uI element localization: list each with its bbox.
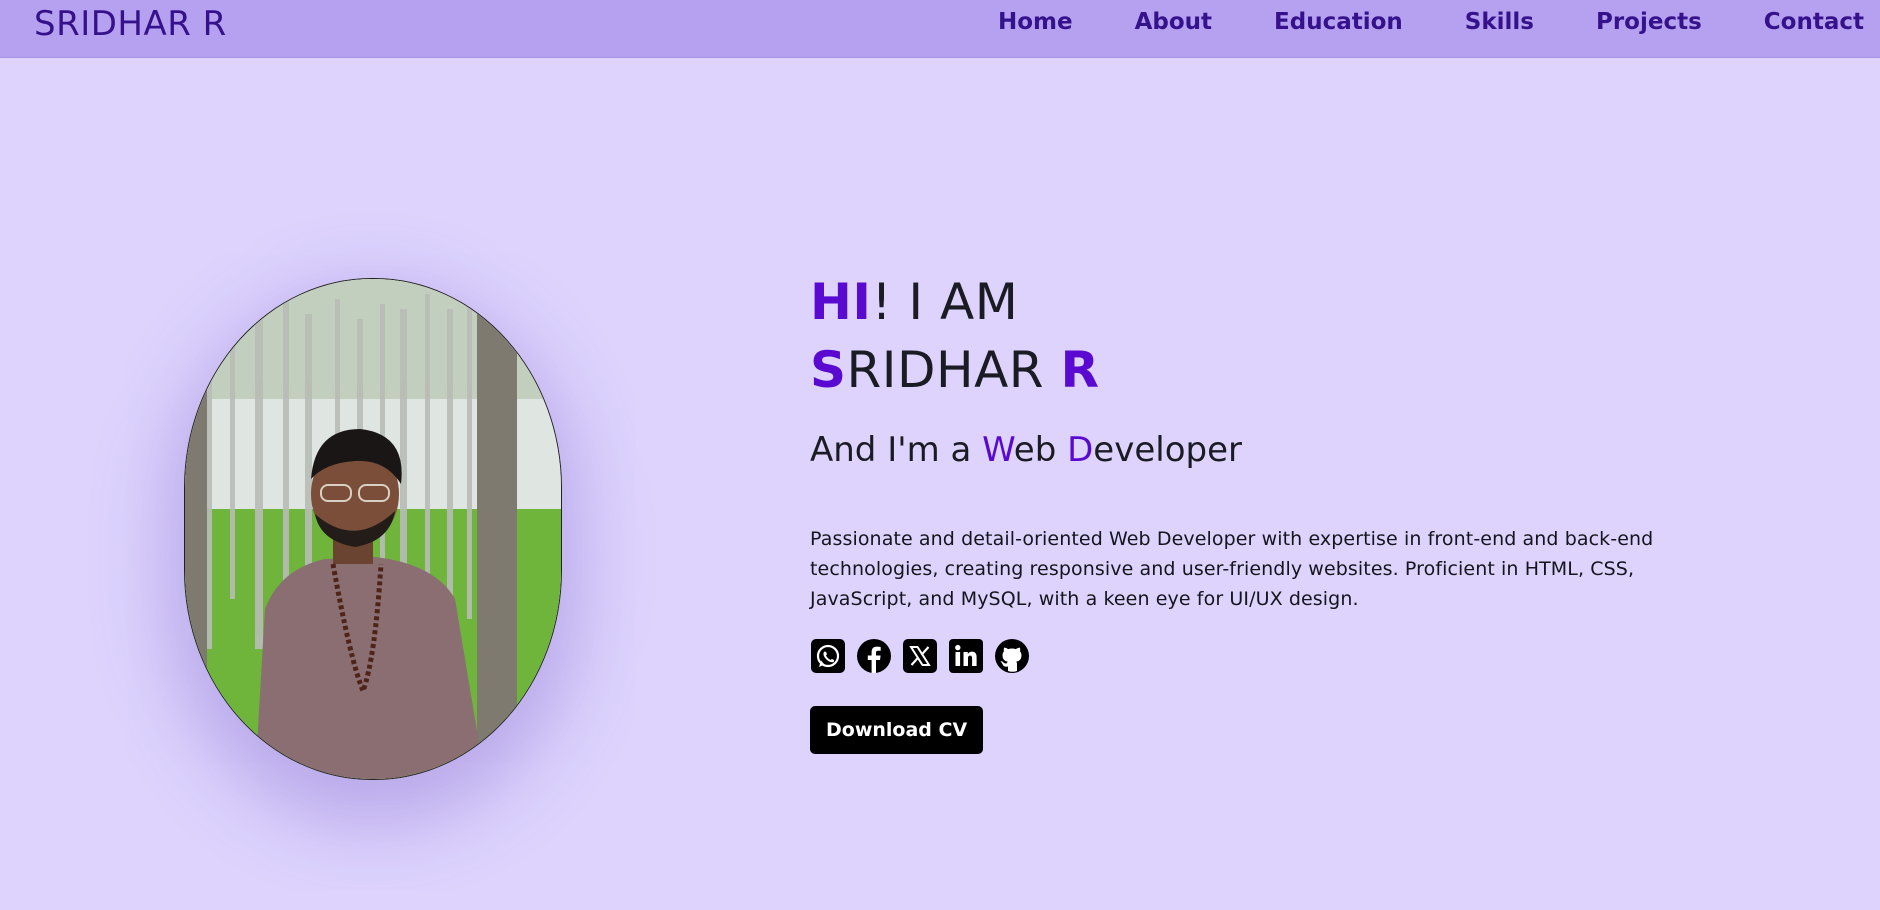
name-rest: RIDHAR [846, 341, 1061, 399]
greeting-heading: HI! I AM [810, 268, 1690, 336]
hero-description: Passionate and detail-oriented Web Devel… [810, 528, 1654, 610]
greeting-accent: HI [810, 273, 872, 331]
greeting-rest: ! I AM [871, 273, 1019, 331]
x-twitter-icon[interactable] [902, 638, 938, 674]
role-w-rest: eb [1013, 430, 1068, 470]
role-d: D [1067, 430, 1094, 470]
social-links [810, 636, 1690, 676]
nav-home[interactable]: Home [998, 8, 1073, 36]
whatsapp-icon[interactable] [810, 638, 846, 674]
nav-about[interactable]: About [1135, 8, 1212, 36]
linkedin-icon[interactable] [948, 638, 984, 674]
nav-education[interactable]: Education [1274, 8, 1403, 36]
profile-photo-illustration [185, 279, 561, 779]
role-w: W [982, 430, 1014, 470]
nav-skills[interactable]: Skills [1465, 8, 1534, 36]
site-logo-text[interactable]: SRIDHAR R [34, 4, 227, 44]
name-heading: SRIDHAR R [810, 336, 1690, 404]
top-nav-bar: SRIDHAR R Home About Education Skills Pr… [0, 0, 1880, 58]
name-first-letter: S [810, 341, 847, 399]
github-icon[interactable] [994, 638, 1030, 674]
profile-photo [184, 278, 562, 780]
role-prefix: And I'm a [810, 430, 983, 470]
name-initial: R [1060, 341, 1100, 399]
facebook-icon[interactable] [856, 638, 892, 674]
role-heading: And I'm a Web Developer [810, 426, 1690, 474]
hero-section: HI! I AM SRIDHAR R And I'm a Web Develop… [810, 268, 1690, 754]
nav-contact[interactable]: Contact [1764, 8, 1864, 36]
role-d-rest: eveloper [1093, 430, 1242, 470]
nav-projects[interactable]: Projects [1596, 8, 1702, 36]
main-nav: Home About Education Skills Projects Con… [936, 8, 1864, 36]
download-cv-button[interactable]: Download CV [810, 706, 984, 754]
